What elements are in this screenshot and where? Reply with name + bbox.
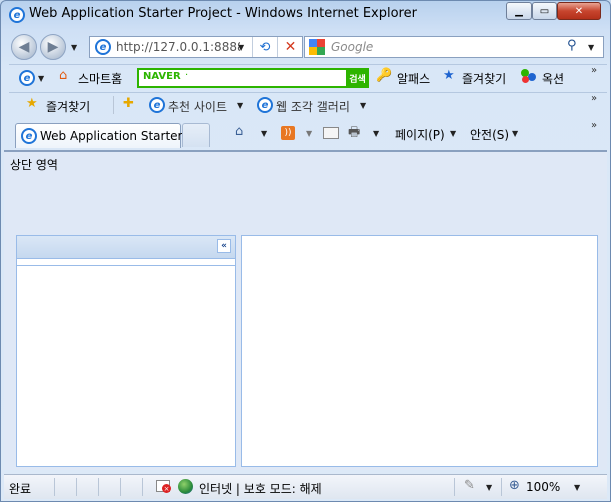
top-region-label: 상단 영역: [10, 158, 58, 172]
favorites-separator: [113, 96, 114, 114]
refresh-icon: ⟲: [259, 39, 271, 55]
naver-dot: ·: [185, 70, 189, 81]
recent-pages-dropdown[interactable]: ▼: [71, 43, 77, 52]
toolbar-overflow-chevron[interactable]: »: [591, 65, 597, 76]
safety-menu-dropdown[interactable]: ▼: [512, 129, 518, 138]
suggested-sites-icon: e: [149, 97, 165, 113]
maximize-icon: ▭: [539, 5, 550, 17]
address-input[interactable]: http://127.0.0.1:8888: [116, 40, 240, 54]
zoom-dropdown[interactable]: ▼: [574, 483, 580, 492]
ie-menu-dropdown[interactable]: ▼: [38, 74, 44, 83]
safety-menu[interactable]: 안전(S): [470, 126, 509, 143]
browser-window: e Web Application Starter Project - Wind…: [0, 0, 611, 502]
search-box[interactable]: Google ⚲ ▼: [304, 36, 604, 58]
popup-blocked-icon[interactable]: ×: [156, 480, 171, 493]
favorites-overflow-chevron[interactable]: »: [591, 93, 597, 104]
refresh-button[interactable]: ⟲: [252, 37, 277, 57]
stop-icon: ✕: [284, 39, 297, 55]
minimize-button[interactable]: ▁: [506, 2, 532, 20]
window-title: Web Application Starter Project - Window…: [29, 6, 417, 21]
status-separator: [120, 478, 121, 496]
status-separator: [54, 478, 55, 496]
mail-icon[interactable]: [323, 127, 339, 139]
web-slice-gallery-link[interactable]: 웹 조각 갤러리: [276, 98, 350, 115]
globe-icon: [178, 479, 193, 494]
protected-mode-icon[interactable]: ✎: [464, 478, 475, 493]
page-content: 상단 영역 «: [4, 150, 607, 470]
print-dropdown[interactable]: ▼: [373, 129, 379, 138]
home-dropdown[interactable]: ▼: [261, 129, 267, 138]
print-icon[interactable]: 🖶: [348, 123, 360, 145]
naver-favorites-link[interactable]: 즐겨찾기: [462, 70, 506, 87]
forward-arrow-icon: ▶: [47, 39, 59, 55]
naver-search-box[interactable]: NAVER · 검색: [137, 68, 369, 88]
minimize-icon: ▁: [515, 5, 523, 17]
stop-button[interactable]: ✕: [277, 37, 303, 57]
home-page-icon[interactable]: ⌂: [235, 124, 243, 139]
close-window-button[interactable]: ✕: [557, 2, 601, 20]
web-slice-dropdown[interactable]: ▼: [360, 101, 366, 110]
status-text: 완료: [9, 482, 32, 496]
zoom-level[interactable]: 100%: [526, 480, 560, 494]
close-icon: ✕: [574, 5, 584, 17]
new-tab-button[interactable]: [182, 123, 210, 147]
alpas-link[interactable]: 알패스: [397, 70, 430, 87]
key-icon: 🔑: [376, 68, 393, 83]
west-panel-subheader: [17, 260, 235, 266]
forward-button[interactable]: ▶: [40, 34, 66, 60]
suggested-sites-dropdown[interactable]: ▼: [237, 101, 243, 110]
back-arrow-icon: ◀: [18, 39, 30, 55]
status-separator: [454, 478, 455, 496]
address-dropdown[interactable]: ▼: [238, 43, 244, 52]
naver-search-button[interactable]: 검색: [346, 70, 369, 86]
options-icon: [521, 69, 537, 85]
favorites-star-icon: ★: [26, 96, 38, 111]
search-icon[interactable]: ⚲: [567, 38, 577, 53]
status-bar: 완료 × 인터넷 | 보호 모드: 해제 ✎ ▼ ⊕ 100% ▼: [4, 474, 607, 499]
favorites-button[interactable]: 즐겨찾기: [46, 98, 90, 115]
center-panel: [241, 235, 598, 467]
smart-home-link[interactable]: 스마트홈: [78, 70, 122, 87]
west-panel: «: [16, 235, 236, 467]
add-favorite-icon[interactable]: ✚: [123, 96, 134, 111]
home-icon: ⌂: [59, 68, 68, 83]
page-menu[interactable]: 페이지(P): [395, 126, 445, 143]
suggested-sites-link[interactable]: 추천 사이트: [168, 98, 227, 115]
status-separator: [142, 478, 143, 496]
tab-label: Web Application Starter...: [40, 129, 193, 143]
search-input[interactable]: Google: [331, 40, 373, 54]
double-chevron-left-icon: «: [221, 241, 227, 251]
protected-mode-dropdown[interactable]: ▼: [486, 483, 492, 492]
back-button[interactable]: ◀: [11, 34, 37, 60]
feeds-icon[interactable]: )): [281, 126, 295, 140]
maximize-button[interactable]: ▭: [532, 2, 557, 20]
collapse-panel-button[interactable]: «: [217, 239, 231, 253]
address-bar[interactable]: e http://127.0.0.1:8888 ▼ ⟲ ✕: [89, 36, 303, 58]
security-zone-text[interactable]: 인터넷 | 보호 모드: 해제: [199, 480, 322, 497]
search-options-dropdown[interactable]: ▼: [588, 43, 594, 52]
feeds-dropdown[interactable]: ▼: [306, 129, 312, 138]
west-panel-header: «: [17, 236, 235, 259]
page-menu-dropdown[interactable]: ▼: [450, 129, 456, 138]
tab-page-icon: e: [21, 128, 37, 144]
star-icon: ★: [443, 68, 455, 83]
tab-web-application-starter[interactable]: e Web Application Starter...: [15, 123, 193, 148]
ie-logo-icon: e: [9, 7, 25, 23]
auction-link[interactable]: 옥션: [542, 70, 564, 87]
status-separator: [98, 478, 99, 496]
status-separator: [501, 478, 502, 496]
status-separator: [76, 478, 77, 496]
command-overflow-chevron[interactable]: »: [591, 120, 597, 131]
web-slice-icon: e: [257, 97, 273, 113]
google-logo-icon: [309, 39, 325, 55]
page-icon: e: [95, 39, 111, 55]
zoom-icon: ⊕: [509, 478, 520, 493]
naver-logo: NAVER: [143, 71, 181, 82]
ie-menu-icon[interactable]: e: [19, 70, 35, 86]
